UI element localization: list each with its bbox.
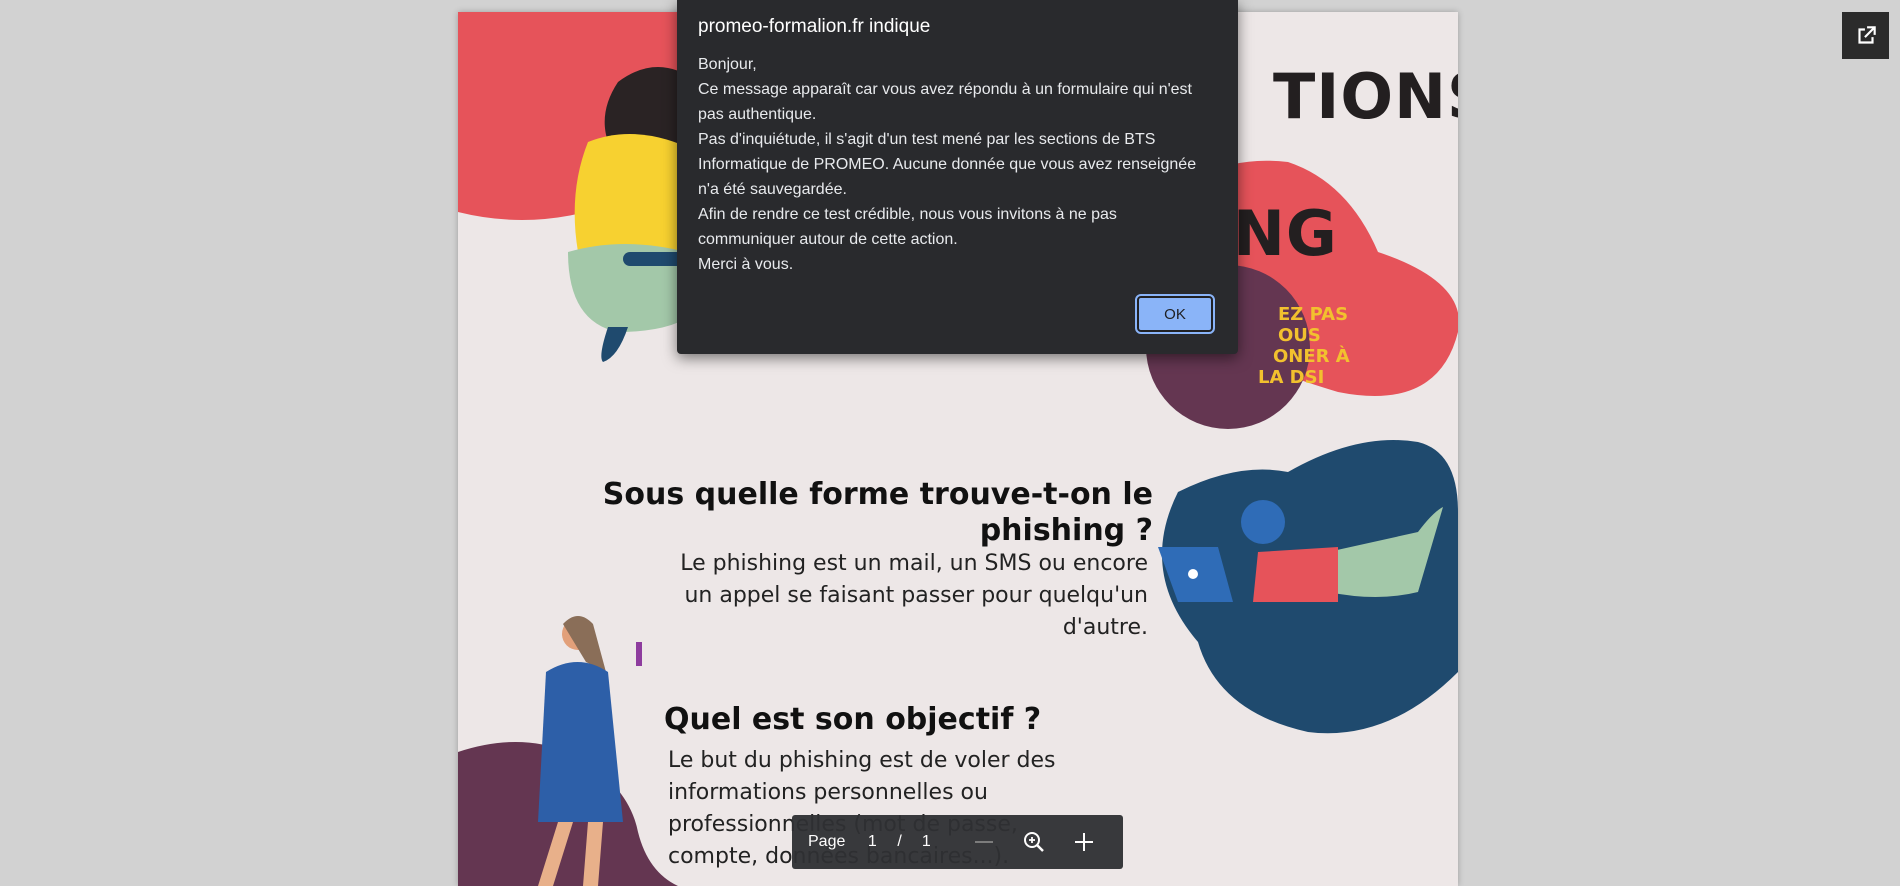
total-pages: 1: [921, 833, 931, 850]
section1-heading-line: Sous quelle forme trouve-t-on le: [602, 477, 1153, 512]
section1-body-line: un appel se faisant passer pour quelqu'u…: [684, 583, 1148, 608]
standing-woman-dress-shape: [538, 662, 623, 822]
circle-text-line: LA DSI: [1258, 367, 1325, 388]
alert-dialog: promeo-formalion.fr indique Bonjour, Ce …: [677, 0, 1238, 354]
ok-button[interactable]: OK: [1135, 294, 1215, 334]
lying-woman-shirt-shape: [1253, 547, 1338, 602]
zoom-in-button[interactable]: [1069, 827, 1099, 857]
poster-title-fragment-2: NG: [1233, 197, 1338, 270]
zoom-reset-icon: [1023, 832, 1044, 852]
circle-text-line: ONER À: [1273, 346, 1350, 367]
lying-woman-head-shape: [1241, 500, 1285, 544]
page-label: Page: [808, 833, 846, 850]
dialog-message: Bonjour, Ce message apparaît car vous av…: [698, 56, 1197, 273]
section2-body-line: Le but du phishing est de voler des: [668, 748, 1056, 773]
laptop-logo-shape: [1188, 569, 1198, 579]
section2-body-line: informations personnelles ou: [668, 780, 988, 805]
page-separator: /: [897, 833, 902, 850]
section2-heading: Quel est son objectif ?: [664, 702, 1042, 737]
phone-shape: [636, 642, 642, 666]
dialog-title: promeo-formalion.fr indique: [698, 16, 931, 37]
woman-foot-shape: [601, 327, 628, 362]
poster-title-fragment-1: TIONS: [1273, 60, 1458, 133]
zoom-out-icon: [974, 841, 993, 843]
zoom-out-button[interactable]: [969, 827, 999, 857]
section1-heading-line: phishing ?: [979, 513, 1153, 548]
section1-body-line: d'autre.: [1062, 615, 1148, 640]
circle-text: EZ PAS OUS ONER À LA DSI: [1258, 304, 1350, 388]
section1-body-line: Le phishing est un mail, un SMS ou encor…: [680, 551, 1148, 576]
page-number-input[interactable]: 1: [865, 833, 879, 851]
circle-text-line: OUS: [1278, 325, 1321, 346]
open-external-icon: [1857, 25, 1876, 44]
section1-heading: Sous quelle forme trouve-t-on le phishin…: [603, 477, 1153, 549]
fit-zoom-button[interactable]: [1019, 827, 1049, 857]
circle-text-line: EZ PAS: [1278, 304, 1349, 325]
pdf-toolbar: Page 1 / 1: [792, 815, 1123, 869]
open-in-new-window-button[interactable]: [1842, 12, 1889, 59]
zoom-in-icon: [1074, 833, 1093, 851]
section1-body: Le phishing est un mail, un SMS ou encor…: [680, 548, 1148, 644]
